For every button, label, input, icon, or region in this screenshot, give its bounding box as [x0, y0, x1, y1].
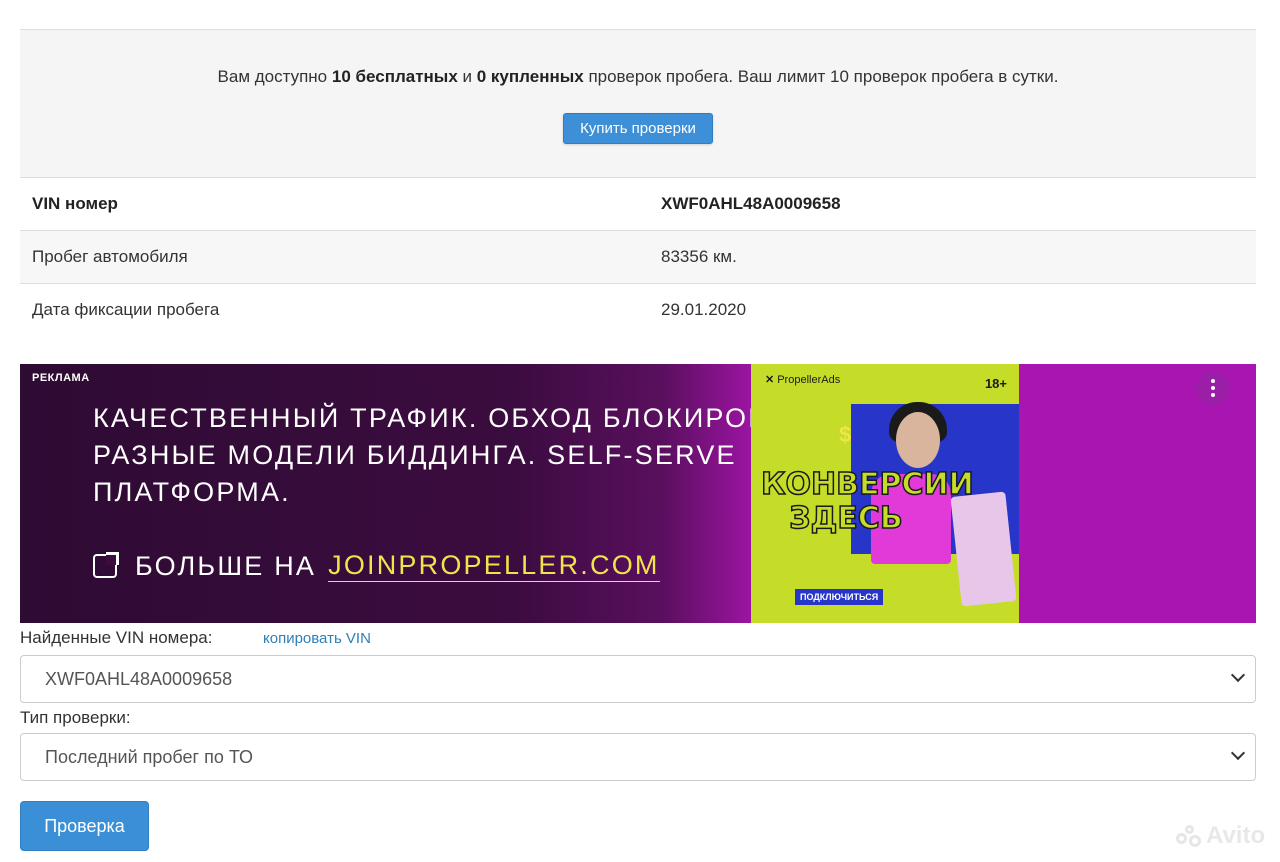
checks-info-panel: Вам доступно 10 бесплатных и 0 купленных…: [20, 29, 1256, 177]
vin-label: VIN номер: [32, 194, 118, 213]
avito-watermark-text: Avito: [1206, 822, 1266, 849]
check-type-select[interactable]: Последний пробег по ТО: [20, 733, 1256, 781]
shopping-bag-graphic: [950, 491, 1017, 607]
check-type-select-value: Последний пробег по ТО: [45, 747, 254, 767]
more-vertical-icon[interactable]: [1196, 371, 1230, 405]
ad-image-title: Конверсии здесь: [760, 467, 974, 537]
propeller-logo-icon: ✕: [765, 374, 775, 386]
free-checks-count: 10 бесплатных: [331, 67, 458, 86]
vin-select[interactable]: XWF0AHL48A0009658: [20, 655, 1256, 703]
table-row: VIN номер XWF0AHL48A0009658: [20, 177, 1256, 230]
mileage-date-value: 29.01.2020: [661, 300, 747, 319]
table-row: Пробег автомобиля 83356 км.: [20, 230, 1256, 283]
chevron-down-icon: [1230, 667, 1246, 683]
external-link-icon: [93, 552, 119, 578]
chevron-down-icon: [1230, 745, 1246, 761]
info-text-and: и: [462, 67, 473, 86]
copy-vin-link[interactable]: копировать VIN: [263, 630, 371, 647]
mileage-date-label: Дата фиксации пробега: [32, 300, 220, 319]
avito-watermark: Avito: [1176, 822, 1265, 850]
bought-checks-count: 0 купленных: [476, 67, 584, 86]
check-type-label: Тип проверки:: [20, 708, 131, 727]
ad-domain-link[interactable]: JOINPROPELLER.COM: [328, 550, 660, 582]
ad-brand-name: PropellerAds: [777, 374, 841, 386]
vin-select-value: XWF0AHL48A0009658: [45, 669, 233, 689]
dollar-icon: $: [839, 422, 852, 447]
info-text-suffix: проверок пробега. Ваш лимит 10 проверок …: [588, 67, 1059, 86]
check-submit-button[interactable]: Проверка: [20, 801, 149, 851]
ad-banner[interactable]: РЕКЛАМА Качественный трафик. Обход блоки…: [20, 364, 1256, 623]
avito-logo-icon: [1176, 825, 1202, 847]
vin-value: XWF0AHL48A0009658: [661, 194, 841, 213]
ad-cta[interactable]: Больше на JOINPROPELLER.COM: [93, 550, 660, 582]
ad-brand-logo: ✕ PropellerAds: [765, 373, 840, 386]
menu-dot: [1211, 393, 1215, 397]
info-text-prefix: Вам доступно: [217, 67, 328, 86]
checks-availability-text: Вам доступно 10 бесплатных и 0 купленных…: [20, 67, 1256, 87]
ad-headline[interactable]: Качественный трафик. Обход блокировок. Р…: [93, 400, 833, 511]
woman-face-graphic: [896, 412, 940, 468]
mileage-result-table: VIN номер XWF0AHL48A0009658 Пробег автом…: [20, 177, 1256, 336]
ad-image[interactable]: $ ✕ PropellerAds 18+ Конверсии здесь ПОДК…: [751, 364, 1019, 623]
age-rating: 18+: [984, 376, 1007, 391]
table-row: Дата фиксации пробега 29.01.2020: [20, 283, 1256, 336]
mileage-label: Пробег автомобиля: [32, 247, 188, 266]
ad-image-button[interactable]: ПОДКЛЮЧИТЬСЯ: [795, 589, 884, 605]
buy-checks-button[interactable]: Купить проверки: [563, 113, 713, 144]
found-vins-label: Найденные VIN номера:: [20, 628, 213, 647]
ad-cta-prefix: Больше на: [135, 550, 317, 581]
menu-dot: [1211, 379, 1215, 383]
ad-label: РЕКЛАМА: [32, 372, 90, 384]
mileage-value: 83356 км.: [661, 247, 737, 266]
menu-dot: [1211, 386, 1215, 390]
